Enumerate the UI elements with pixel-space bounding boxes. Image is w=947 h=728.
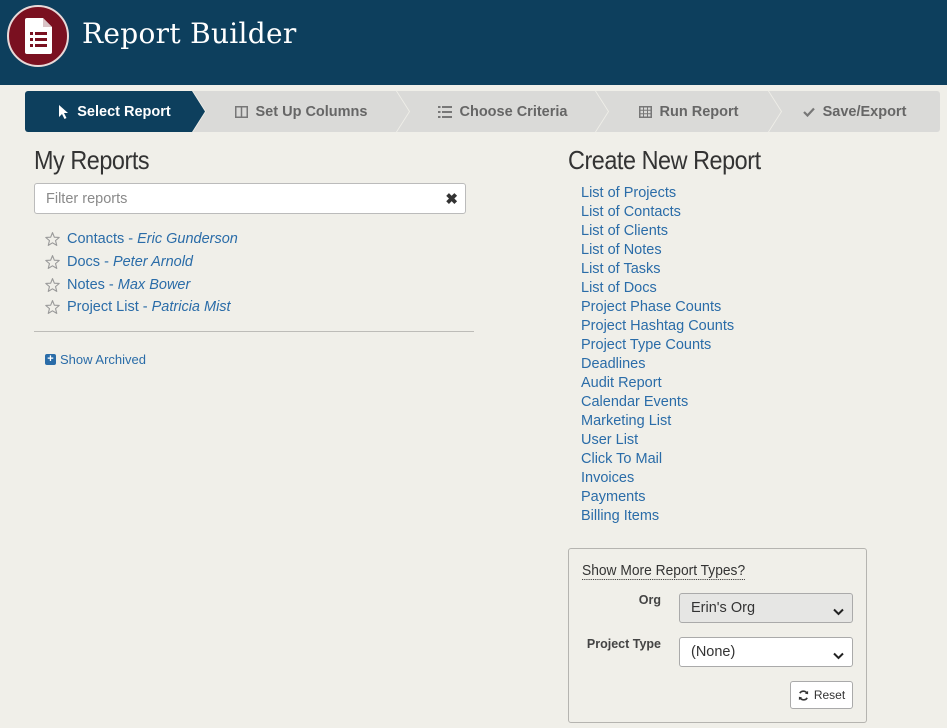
star-icon[interactable] — [45, 232, 60, 247]
reset-label: Reset — [813, 688, 846, 702]
separator: - — [100, 254, 113, 271]
chevron-down-icon — [833, 648, 844, 664]
project-type-select-value: (None) — [691, 644, 736, 660]
report-type-link[interactable]: List of Tasks — [581, 260, 734, 279]
step-label: Save/Export — [822, 103, 907, 120]
report-type-link[interactable]: Calendar Events — [581, 393, 734, 412]
filter-box: ✖ — [34, 183, 466, 214]
clear-filter-icon[interactable]: ✖ — [445, 190, 458, 208]
list-item[interactable]: Project List - Patricia Mist — [45, 296, 238, 319]
org-label: Org — [638, 593, 661, 607]
app-header: Report Builder — [0, 0, 947, 85]
project-type-select[interactable]: (None) — [679, 637, 853, 667]
cursor-icon — [59, 105, 69, 119]
report-type-link[interactable]: Project Hashtag Counts — [581, 317, 734, 336]
star-icon[interactable] — [45, 277, 60, 292]
list-item[interactable]: Contacts - Eric Gunderson — [45, 228, 238, 251]
step-label: Set Up Columns — [255, 103, 368, 120]
report-type-link[interactable]: Invoices — [581, 469, 734, 488]
report-type-link[interactable]: Marketing List — [581, 412, 734, 431]
star-icon[interactable] — [45, 300, 60, 315]
report-logo-icon — [7, 5, 69, 67]
more-report-types-panel: Show More Report Types? Org Erin's Org P… — [568, 548, 867, 723]
report-name[interactable]: Notes — [67, 277, 105, 293]
more-report-types-title: Show More Report Types? — [582, 562, 746, 580]
report-type-link[interactable]: Deadlines — [581, 355, 734, 374]
report-type-link[interactable]: List of Docs — [581, 279, 734, 298]
org-select-value: Erin's Org — [691, 600, 756, 616]
step-label: Run Report — [659, 103, 739, 120]
step-label: Choose Criteria — [459, 103, 568, 120]
plus-square-icon: + — [45, 354, 56, 365]
refresh-icon — [798, 689, 809, 701]
report-owner[interactable]: Max Bower — [118, 277, 191, 293]
star-icon[interactable] — [45, 255, 60, 269]
report-type-link[interactable]: Billing Items — [581, 507, 734, 526]
divider — [34, 331, 474, 332]
report-type-link[interactable]: Project Phase Counts — [581, 298, 734, 317]
report-type-link[interactable]: List of Contacts — [581, 203, 734, 222]
report-type-link[interactable]: Payments — [581, 488, 734, 507]
separator: - — [124, 231, 138, 248]
step-label: Select Report — [77, 103, 171, 120]
report-type-link[interactable]: Click To Mail — [581, 450, 734, 469]
report-owner[interactable]: Patricia Mist — [152, 299, 231, 315]
report-name[interactable]: Docs — [67, 254, 100, 270]
step-choose-criteria[interactable]: Choose Criteria — [397, 91, 608, 132]
columns-icon — [235, 106, 248, 118]
check-icon — [802, 107, 815, 117]
report-name[interactable]: Project List — [67, 299, 139, 315]
report-name[interactable]: Contacts — [67, 231, 124, 247]
create-new-report-heading: Create New Report — [568, 145, 761, 175]
reset-button[interactable]: Reset — [790, 681, 853, 709]
chevron-down-icon — [833, 604, 844, 620]
my-reports-list: Contacts - Eric Gunderson Docs - Peter A… — [45, 228, 238, 319]
report-type-link[interactable]: Audit Report — [581, 374, 734, 393]
step-select-report[interactable]: Select Report — [25, 91, 205, 132]
report-owner[interactable]: Peter Arnold — [113, 254, 193, 270]
org-select[interactable]: Erin's Org — [679, 593, 853, 623]
step-run-report[interactable]: Run Report — [596, 91, 781, 132]
list-item[interactable]: Docs - Peter Arnold — [45, 251, 238, 274]
wizard-steps: Select Report Set Up Columns Choose Crit… — [25, 91, 940, 132]
show-archived-label: Show Archived — [60, 352, 146, 367]
my-reports-heading: My Reports — [34, 145, 150, 175]
report-type-link[interactable]: List of Notes — [581, 241, 734, 260]
report-type-link[interactable]: User List — [581, 431, 734, 450]
report-owner[interactable]: Eric Gunderson — [137, 231, 238, 247]
list-item[interactable]: Notes - Max Bower — [45, 273, 238, 296]
separator: - — [138, 299, 152, 316]
project-type-label: Project Type — [586, 637, 661, 651]
report-type-link[interactable]: Project Type Counts — [581, 336, 734, 355]
separator: - — [104, 276, 118, 293]
report-type-link[interactable]: List of Clients — [581, 222, 734, 241]
show-archived-link[interactable]: + Show Archived — [45, 352, 146, 367]
filter-reports-input[interactable] — [35, 184, 435, 213]
list-icon — [438, 106, 452, 118]
create-new-report-list: List of Projects List of Contacts List o… — [581, 184, 734, 526]
report-type-link[interactable]: List of Projects — [581, 184, 734, 203]
app-title: Report Builder — [82, 17, 297, 50]
step-set-up-columns[interactable]: Set Up Columns — [193, 91, 409, 132]
table-icon — [639, 106, 652, 118]
step-save-export[interactable]: Save/Export — [769, 91, 940, 132]
